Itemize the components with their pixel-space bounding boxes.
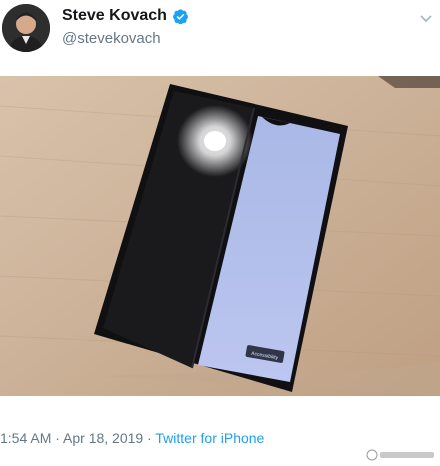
handle[interactable]: @stevekovach <box>62 30 161 47</box>
verified-badge-icon <box>173 8 188 24</box>
source-link[interactable]: Twitter for iPhone <box>155 430 264 446</box>
watermark <box>366 449 436 464</box>
timestamp[interactable]: 1:54 AM · Apr 18, 2019 · <box>0 430 155 446</box>
tweet-meta: 1:54 AM · Apr 18, 2019 · Twitter for iPh… <box>0 430 264 446</box>
avatar[interactable] <box>2 4 50 52</box>
tweet-header: Steve Kovach @stevekovach <box>0 0 440 60</box>
chevron-down-icon[interactable] <box>418 10 434 26</box>
tweet-photo[interactable]: Accessibility <box>0 76 440 396</box>
display-name[interactable]: Steve Kovach <box>62 7 167 25</box>
